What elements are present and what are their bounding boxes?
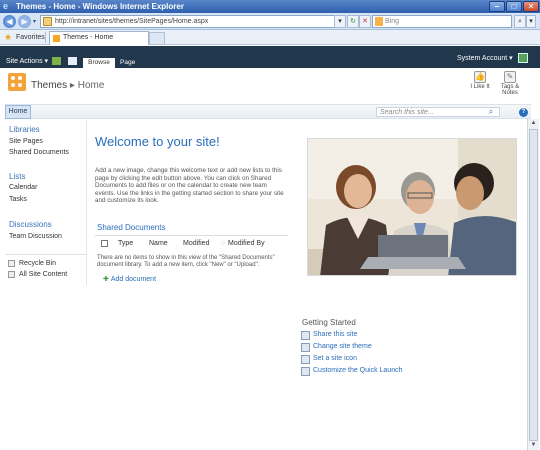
- image-icon: [301, 355, 310, 364]
- welcome-image: [307, 138, 517, 276]
- address-input[interactable]: http://intranet/sites/themes/SitePages/H…: [40, 15, 342, 28]
- ql-item-team-discussion[interactable]: Team Discussion: [9, 233, 62, 240]
- column-modified[interactable]: Modified: [183, 240, 209, 247]
- sharepoint-ribbon: Site Actions ▾ Browse Page System Accoun…: [0, 46, 540, 68]
- ie-logo-icon: e: [3, 1, 9, 11]
- minimize-button[interactable]: ‒: [489, 1, 505, 12]
- breadcrumb-separator: ▸: [69, 80, 75, 91]
- bing-search-input[interactable]: Bing: [372, 15, 512, 28]
- top-navigation-bar: Home Search this site... ⌕ ?: [5, 104, 531, 119]
- help-icon[interactable]: ?: [519, 108, 528, 117]
- maximize-button[interactable]: □: [506, 1, 522, 12]
- site-actions-menu[interactable]: Site Actions ▾: [6, 57, 48, 65]
- address-dropdown-button[interactable]: ▾: [334, 15, 346, 28]
- close-window-button[interactable]: ✕: [523, 1, 539, 12]
- tab-home[interactable]: Home: [5, 105, 31, 119]
- ql-item-calendar[interactable]: Calendar: [9, 184, 37, 191]
- add-icon: ✚: [103, 276, 109, 283]
- favorites-button[interactable]: ★ Favorites: [4, 32, 45, 43]
- tab-page[interactable]: Page: [120, 58, 140, 68]
- edit-page-icon[interactable]: [68, 57, 77, 65]
- scroll-down-icon[interactable]: ▼: [529, 441, 538, 449]
- site-title-link[interactable]: Themes: [31, 80, 67, 91]
- search-icon[interactable]: ⌕: [486, 107, 496, 117]
- tag-icon: ✎: [504, 71, 516, 83]
- welcome-text: Add a new image, change this welcome tex…: [95, 167, 284, 205]
- column-name[interactable]: Name: [149, 240, 168, 247]
- divider: [95, 235, 288, 236]
- search-go-icon[interactable]: ⌕: [514, 15, 526, 28]
- refresh-icon[interactable]: ↻: [347, 15, 359, 28]
- document-list-header: Type Name Modified ○ Modified By: [97, 239, 287, 250]
- search-options-button[interactable]: ▾: [526, 15, 536, 28]
- browser-tab-active[interactable]: Themes - Home: [49, 31, 149, 45]
- scrollbar-thumb[interactable]: [529, 129, 538, 441]
- ql-item-recycle-bin[interactable]: Recycle Bin: [19, 260, 56, 267]
- empty-list-message: There are no items to show in this view …: [97, 255, 275, 268]
- vertical-scrollbar[interactable]: ▲ ▼: [527, 119, 539, 450]
- ql-item-all-site-content[interactable]: All Site Content: [19, 271, 67, 278]
- add-document-link[interactable]: ✚ Add document: [103, 275, 156, 283]
- address-bar-row: ◀ ▶ ▾ http://intranet/sites/themes/SiteP…: [0, 13, 540, 30]
- history-dropdown-icon[interactable]: ▾: [33, 18, 36, 25]
- recycle-bin-icon: [8, 260, 15, 267]
- all-content-icon: [8, 271, 15, 278]
- divider: [45, 32, 46, 43]
- quick-launch: Libraries Site Pages Shared Documents Li…: [5, 120, 87, 285]
- welcome-heading: Welcome to your site!: [95, 134, 220, 149]
- ql-heading-lists[interactable]: Lists: [9, 172, 25, 181]
- ql-heading-libraries[interactable]: Libraries: [9, 125, 40, 134]
- navigate-up-icon[interactable]: [52, 57, 61, 65]
- gs-set-icon-link[interactable]: Set a site icon: [301, 355, 357, 364]
- browser-window: e Themes - Home - Windows Internet Explo…: [0, 0, 540, 450]
- sharepoint-page-icon: [53, 35, 60, 42]
- window-title: Themes - Home - Windows Internet Explore…: [16, 2, 184, 11]
- share-icon: [301, 331, 310, 340]
- system-account-menu[interactable]: System Account ▾: [457, 54, 513, 62]
- back-button[interactable]: ◀: [3, 15, 16, 28]
- scroll-up-icon[interactable]: ▲: [529, 119, 538, 127]
- site-title: Themes ▸ Home: [31, 80, 104, 91]
- stop-icon[interactable]: ✕: [359, 15, 371, 28]
- quick-launch-icon: [301, 367, 310, 376]
- thumbs-up-icon: 👍: [474, 71, 486, 83]
- gs-customize-quicklaunch-link[interactable]: Customize the Quick Launch: [301, 367, 403, 376]
- tags-notes-button[interactable]: ✎ Tags & Notes: [497, 71, 523, 96]
- breadcrumb-page: Home: [77, 80, 105, 91]
- divider: [5, 254, 87, 255]
- column-modified-by[interactable]: Modified By: [228, 240, 265, 247]
- ql-item-site-pages[interactable]: Site Pages: [9, 138, 43, 145]
- sort-icon: ○: [221, 240, 226, 247]
- new-tab-button[interactable]: [149, 32, 165, 45]
- site-search-input[interactable]: Search this site...: [376, 107, 500, 117]
- favorites-bar: ★ Favorites Themes - Home: [0, 30, 540, 45]
- column-type[interactable]: Type: [118, 240, 133, 247]
- ql-item-shared-documents[interactable]: Shared Documents: [9, 149, 69, 156]
- ql-item-tasks[interactable]: Tasks: [9, 196, 27, 203]
- tab-browse[interactable]: Browse: [83, 58, 115, 68]
- select-all-checkbox[interactable]: [101, 240, 108, 247]
- team-photo-illustration: [308, 139, 516, 275]
- page-icon: [43, 17, 52, 26]
- site-logo-icon[interactable]: [8, 73, 26, 91]
- forward-button[interactable]: ▶: [18, 15, 31, 28]
- user-icon[interactable]: [518, 53, 528, 63]
- i-like-it-button[interactable]: 👍 I Like It: [469, 71, 491, 90]
- window-title-bar: e Themes - Home - Windows Internet Explo…: [0, 0, 540, 13]
- bing-logo-icon: [375, 17, 383, 26]
- star-icon: ★: [4, 32, 13, 42]
- getting-started-title: Getting Started: [302, 318, 356, 327]
- gs-share-site-link[interactable]: Share this site: [301, 331, 357, 340]
- shared-documents-title[interactable]: Shared Documents: [97, 223, 165, 232]
- theme-icon: [301, 343, 310, 352]
- gs-change-theme-link[interactable]: Change site theme: [301, 343, 372, 352]
- ql-heading-discussions[interactable]: Discussions: [9, 220, 52, 229]
